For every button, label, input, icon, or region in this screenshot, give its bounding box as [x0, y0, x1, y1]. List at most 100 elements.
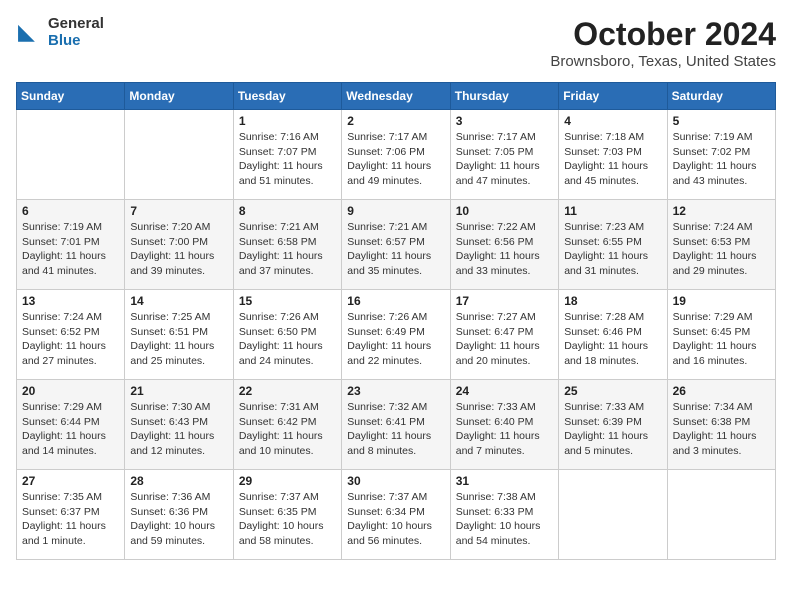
calendar-cell: 23 Sunrise: 7:32 AM Sunset: 6:41 PM Dayli… — [342, 380, 450, 470]
day-detail: Sunrise: 7:34 AM Sunset: 6:38 PM Dayligh… — [673, 400, 770, 459]
day-detail: Sunrise: 7:33 AM Sunset: 6:40 PM Dayligh… — [456, 400, 553, 459]
main-title: October 2024 — [550, 16, 776, 53]
calendar-cell: 15Sunrise: 7:26 AM Sunset: 6:50 PM Dayli… — [233, 290, 341, 380]
calendar-cell: 30 Sunrise: 7:37 AM Sunset: 6:34 PM Dayli… — [342, 470, 450, 560]
calendar-cell: 31 Sunrise: 7:38 AM Sunset: 6:33 PM Dayli… — [450, 470, 558, 560]
svg-text:◣: ◣ — [18, 19, 35, 44]
calendar-cell — [125, 110, 233, 200]
day-detail: Sunrise: 7:24 AM Sunset: 6:52 PM Dayligh… — [22, 310, 119, 369]
day-number: 9 — [347, 204, 444, 218]
calendar-cell: 16Sunrise: 7:26 AM Sunset: 6:49 PM Dayli… — [342, 290, 450, 380]
day-number: 30 — [347, 474, 444, 488]
calendar-cell: 21Sunrise: 7:30 AM Sunset: 6:43 PM Dayli… — [125, 380, 233, 470]
day-number: 4 — [564, 114, 661, 128]
calendar: SundayMondayTuesdayWednesdayThursdayFrid… — [16, 82, 776, 560]
day-detail: Sunrise: 7:35 AM Sunset: 6:37 PM Dayligh… — [22, 490, 119, 549]
day-number: 10 — [456, 204, 553, 218]
calendar-cell: 14 Sunrise: 7:25 AM Sunset: 6:51 PM Dayli… — [125, 290, 233, 380]
calendar-cell: 22 Sunrise: 7:31 AM Sunset: 6:42 PM Dayli… — [233, 380, 341, 470]
calendar-cell: 20Sunrise: 7:29 AM Sunset: 6:44 PM Dayli… — [17, 380, 125, 470]
calendar-day-header: Sunday — [17, 83, 125, 110]
calendar-week-row: 6 Sunrise: 7:19 AM Sunset: 7:01 PM Daylig… — [17, 200, 776, 290]
day-number: 8 — [239, 204, 336, 218]
calendar-cell: 8Sunrise: 7:21 AM Sunset: 6:58 PM Daylig… — [233, 200, 341, 290]
calendar-cell: 9 Sunrise: 7:21 AM Sunset: 6:57 PM Daylig… — [342, 200, 450, 290]
day-number: 28 — [130, 474, 227, 488]
title-block: October 2024 Brownsboro, Texas, United S… — [550, 16, 776, 70]
calendar-cell — [667, 470, 775, 560]
calendar-cell — [559, 470, 667, 560]
calendar-day-header: Saturday — [667, 83, 775, 110]
day-number: 25 — [564, 384, 661, 398]
day-detail: Sunrise: 7:33 AM Sunset: 6:39 PM Dayligh… — [564, 400, 661, 459]
day-detail: Sunrise: 7:37 AM Sunset: 6:34 PM Dayligh… — [347, 490, 444, 549]
logo-general: General — [48, 16, 104, 33]
calendar-day-header: Wednesday — [342, 83, 450, 110]
day-detail: Sunrise: 7:23 AM Sunset: 6:55 PM Dayligh… — [564, 220, 661, 279]
day-number: 1 — [239, 114, 336, 128]
day-number: 6 — [22, 204, 119, 218]
calendar-cell: 10 Sunrise: 7:22 AM Sunset: 6:56 PM Dayli… — [450, 200, 558, 290]
subtitle: Brownsboro, Texas, United States — [550, 53, 776, 70]
day-detail: Sunrise: 7:19 AM Sunset: 7:02 PM Dayligh… — [673, 130, 770, 189]
logo-blue: Blue — [48, 33, 104, 50]
day-detail: Sunrise: 7:29 AM Sunset: 6:44 PM Dayligh… — [22, 400, 119, 459]
day-detail: Sunrise: 7:31 AM Sunset: 6:42 PM Dayligh… — [239, 400, 336, 459]
day-detail: Sunrise: 7:29 AM Sunset: 6:45 PM Dayligh… — [673, 310, 770, 369]
calendar-cell: 3 Sunrise: 7:17 AM Sunset: 7:05 PM Daylig… — [450, 110, 558, 200]
day-detail: Sunrise: 7:25 AM Sunset: 6:51 PM Dayligh… — [130, 310, 227, 369]
day-number: 11 — [564, 204, 661, 218]
day-number: 17 — [456, 294, 553, 308]
day-detail: Sunrise: 7:19 AM Sunset: 7:01 PM Dayligh… — [22, 220, 119, 279]
calendar-cell: 12 Sunrise: 7:24 AM Sunset: 6:53 PM Dayli… — [667, 200, 775, 290]
calendar-week-row: 1 Sunrise: 7:16 AM Sunset: 7:07 PM Daylig… — [17, 110, 776, 200]
calendar-week-row: 27 Sunrise: 7:35 AM Sunset: 6:37 PM Dayli… — [17, 470, 776, 560]
calendar-day-header: Thursday — [450, 83, 558, 110]
day-detail: Sunrise: 7:17 AM Sunset: 7:05 PM Dayligh… — [456, 130, 553, 189]
calendar-cell: 1 Sunrise: 7:16 AM Sunset: 7:07 PM Daylig… — [233, 110, 341, 200]
day-number: 27 — [22, 474, 119, 488]
day-detail: Sunrise: 7:38 AM Sunset: 6:33 PM Dayligh… — [456, 490, 553, 549]
calendar-cell: 18 Sunrise: 7:28 AM Sunset: 6:46 PM Dayli… — [559, 290, 667, 380]
day-detail: Sunrise: 7:20 AM Sunset: 7:00 PM Dayligh… — [130, 220, 227, 279]
calendar-cell: 5Sunrise: 7:19 AM Sunset: 7:02 PM Daylig… — [667, 110, 775, 200]
calendar-header-row: SundayMondayTuesdayWednesdayThursdayFrid… — [17, 83, 776, 110]
calendar-cell: 4 Sunrise: 7:18 AM Sunset: 7:03 PM Daylig… — [559, 110, 667, 200]
calendar-cell: 19 Sunrise: 7:29 AM Sunset: 6:45 PM Dayli… — [667, 290, 775, 380]
day-number: 24 — [456, 384, 553, 398]
day-number: 26 — [673, 384, 770, 398]
calendar-cell: 29Sunrise: 7:37 AM Sunset: 6:35 PM Dayli… — [233, 470, 341, 560]
day-number: 21 — [130, 384, 227, 398]
day-number: 18 — [564, 294, 661, 308]
day-number: 14 — [130, 294, 227, 308]
day-detail: Sunrise: 7:26 AM Sunset: 6:49 PM Dayligh… — [347, 310, 444, 369]
day-detail: Sunrise: 7:26 AM Sunset: 6:50 PM Dayligh… — [239, 310, 336, 369]
calendar-cell: 2Sunrise: 7:17 AM Sunset: 7:06 PM Daylig… — [342, 110, 450, 200]
calendar-cell: 17Sunrise: 7:27 AM Sunset: 6:47 PM Dayli… — [450, 290, 558, 380]
calendar-cell: 27 Sunrise: 7:35 AM Sunset: 6:37 PM Dayli… — [17, 470, 125, 560]
day-number: 3 — [456, 114, 553, 128]
calendar-cell — [17, 110, 125, 200]
day-detail: Sunrise: 7:21 AM Sunset: 6:57 PM Dayligh… — [347, 220, 444, 279]
day-detail: Sunrise: 7:18 AM Sunset: 7:03 PM Dayligh… — [564, 130, 661, 189]
day-number: 23 — [347, 384, 444, 398]
day-detail: Sunrise: 7:17 AM Sunset: 7:06 PM Dayligh… — [347, 130, 444, 189]
calendar-cell: 28 Sunrise: 7:36 AM Sunset: 6:36 PM Dayli… — [125, 470, 233, 560]
day-detail: Sunrise: 7:24 AM Sunset: 6:53 PM Dayligh… — [673, 220, 770, 279]
day-detail: Sunrise: 7:28 AM Sunset: 6:46 PM Dayligh… — [564, 310, 661, 369]
day-detail: Sunrise: 7:16 AM Sunset: 7:07 PM Dayligh… — [239, 130, 336, 189]
logo: ◣ General Blue — [16, 16, 104, 49]
day-number: 22 — [239, 384, 336, 398]
day-number: 13 — [22, 294, 119, 308]
day-number: 31 — [456, 474, 553, 488]
calendar-day-header: Tuesday — [233, 83, 341, 110]
day-number: 12 — [673, 204, 770, 218]
calendar-cell: 11 Sunrise: 7:23 AM Sunset: 6:55 PM Dayli… — [559, 200, 667, 290]
calendar-cell: 13 Sunrise: 7:24 AM Sunset: 6:52 PM Dayli… — [17, 290, 125, 380]
day-detail: Sunrise: 7:32 AM Sunset: 6:41 PM Dayligh… — [347, 400, 444, 459]
calendar-cell: 7Sunrise: 7:20 AM Sunset: 7:00 PM Daylig… — [125, 200, 233, 290]
day-detail: Sunrise: 7:36 AM Sunset: 6:36 PM Dayligh… — [130, 490, 227, 549]
calendar-cell: 24 Sunrise: 7:33 AM Sunset: 6:40 PM Dayli… — [450, 380, 558, 470]
day-detail: Sunrise: 7:22 AM Sunset: 6:56 PM Dayligh… — [456, 220, 553, 279]
day-number: 19 — [673, 294, 770, 308]
